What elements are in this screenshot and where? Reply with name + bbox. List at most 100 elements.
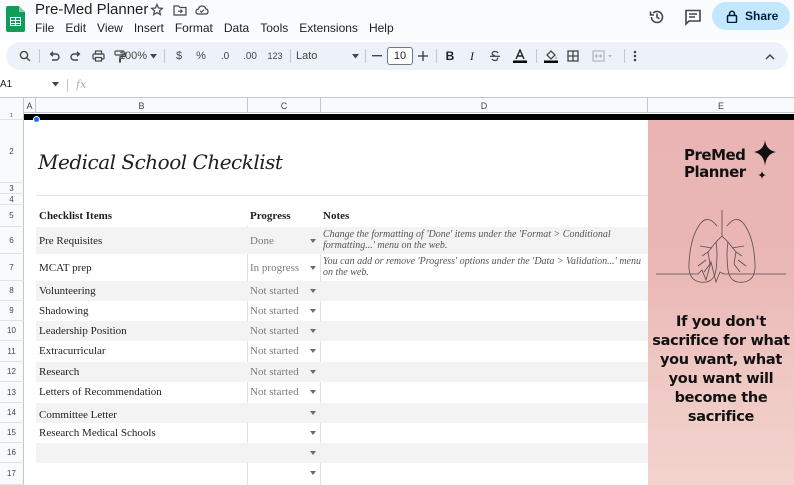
row-header-7[interactable]: 7 [0,254,24,281]
fill-color-icon[interactable] [541,42,561,70]
row-header-11[interactable]: 11 [0,341,24,362]
row-header-2[interactable]: 2 [0,120,24,183]
menu-edit[interactable]: Edit [65,21,86,35]
borders-icon[interactable] [564,42,582,70]
checklist-item[interactable]: Shadowing [39,305,89,317]
row-header-3[interactable]: 3 [0,183,24,194]
progress-value[interactable]: Not started [250,366,299,378]
row-header-1[interactable]: 1 [0,113,24,120]
search-menus-icon[interactable] [14,42,36,70]
row-header-9[interactable]: 9 [0,301,24,321]
progress-dropdown-icon[interactable] [310,451,316,455]
header-notes[interactable]: Notes [323,210,349,222]
menu-help[interactable]: Help [369,21,394,35]
progress-dropdown-icon[interactable] [310,266,316,270]
row-header-17[interactable]: 17 [0,463,24,485]
progress-dropdown-icon[interactable] [310,329,316,333]
currency-format-button[interactable]: $ [170,42,188,70]
header-progress[interactable]: Progress [250,210,291,222]
checklist-item[interactable]: Pre Requisites [39,235,102,247]
redo-icon[interactable] [65,42,87,70]
checklist-item[interactable]: Leadership Position [39,325,127,337]
font-dropdown-icon[interactable] [352,54,359,59]
header-checklist-items[interactable]: Checklist Items [39,210,112,222]
checklist-item[interactable]: Letters of Recommendation [39,386,162,398]
checklist-item[interactable]: Research [39,366,79,378]
menu-tools[interactable]: Tools [260,21,288,35]
move-folder-icon[interactable] [173,3,187,17]
print-icon[interactable] [87,42,109,70]
progress-dropdown-icon[interactable] [310,239,316,243]
font-select[interactable]: Lato [296,42,336,70]
document-title[interactable]: Pre-Med Planner [35,1,148,18]
share-button[interactable]: Share [712,2,790,30]
progress-value[interactable]: Not started [250,386,299,398]
progress-value[interactable]: Done [250,235,274,247]
row-header-6[interactable]: 6 [0,227,24,254]
progress-dropdown-icon[interactable] [310,471,316,475]
name-box[interactable]: A1 [0,79,12,90]
row-header-15[interactable]: 15 [0,423,24,443]
decrease-font-size-button[interactable] [370,42,384,70]
italic-button[interactable]: I [464,42,480,70]
checklist-item[interactable]: MCAT prep [39,262,92,274]
sheets-logo-icon[interactable] [6,6,25,32]
checklist-item[interactable]: Volunteering [39,285,96,297]
progress-value[interactable]: Not started [250,285,299,297]
progress-value[interactable]: Not started [250,305,299,317]
zoom-select[interactable]: 100% [115,42,151,70]
checklist-item[interactable]: Committee Letter [39,409,117,421]
increase-font-size-button[interactable] [416,42,430,70]
menu-file[interactable]: File [35,21,54,35]
menu-format[interactable]: Format [175,21,213,35]
menu-extensions[interactable]: Extensions [299,21,358,35]
column-header-c[interactable]: C [248,98,321,113]
row-header-8[interactable]: 8 [0,281,24,301]
column-header-e[interactable]: E [648,98,794,113]
note-text[interactable]: You can add or remove 'Progress' options… [323,256,645,278]
column-header-d[interactable]: D [321,98,648,113]
text-color-icon[interactable] [510,42,530,70]
star-icon[interactable] [150,3,164,17]
font-size-input[interactable]: 10 [387,47,413,65]
row-header-16[interactable]: 16 [0,443,24,463]
progress-value[interactable]: Not started [250,345,299,357]
row-header-12[interactable]: 12 [0,362,24,382]
row-header-14[interactable]: 14 [0,403,24,423]
progress-dropdown-icon[interactable] [310,289,316,293]
version-history-icon[interactable] [648,8,666,26]
menu-data[interactable]: Data [224,21,249,35]
selection-handle[interactable] [33,116,40,123]
progress-dropdown-icon[interactable] [310,390,316,394]
note-text[interactable]: Change the formatting of 'Done' items un… [323,229,645,251]
sheet-title[interactable]: Medical School Checklist [38,150,283,174]
row-header-10[interactable]: 10 [0,321,24,341]
menu-view[interactable]: View [97,21,123,35]
progress-value[interactable]: Not started [250,325,299,337]
decrease-decimal-button[interactable]: .0 [214,42,236,70]
progress-dropdown-icon[interactable] [310,411,316,415]
menu-insert[interactable]: Insert [134,21,164,35]
more-formats-button[interactable]: 123 [264,42,286,70]
row-header-5[interactable]: 5 [0,205,24,227]
increase-decimal-button[interactable]: .00 [238,42,262,70]
merge-cells-icon[interactable] [589,42,617,70]
progress-dropdown-icon[interactable] [310,431,316,435]
checklist-item[interactable]: Research Medical Schools [39,427,156,439]
row-header-13[interactable]: 13 [0,382,24,403]
formula-input[interactable] [92,76,794,96]
checklist-item[interactable]: Extracurricular [39,345,106,357]
progress-dropdown-icon[interactable] [310,349,316,353]
cloud-saved-icon[interactable] [195,3,209,17]
undo-icon[interactable] [43,42,65,70]
row-header-4[interactable]: 4 [0,194,24,205]
progress-dropdown-icon[interactable] [310,309,316,313]
strikethrough-icon[interactable] [486,42,504,70]
progress-dropdown-icon[interactable] [310,370,316,374]
zoom-dropdown-icon[interactable] [150,54,157,59]
name-box-dropdown-icon[interactable] [52,82,59,87]
more-options-icon[interactable] [628,42,642,70]
bold-button[interactable]: B [442,42,458,70]
column-header-b[interactable]: B [36,98,248,113]
comments-icon[interactable] [684,8,702,26]
